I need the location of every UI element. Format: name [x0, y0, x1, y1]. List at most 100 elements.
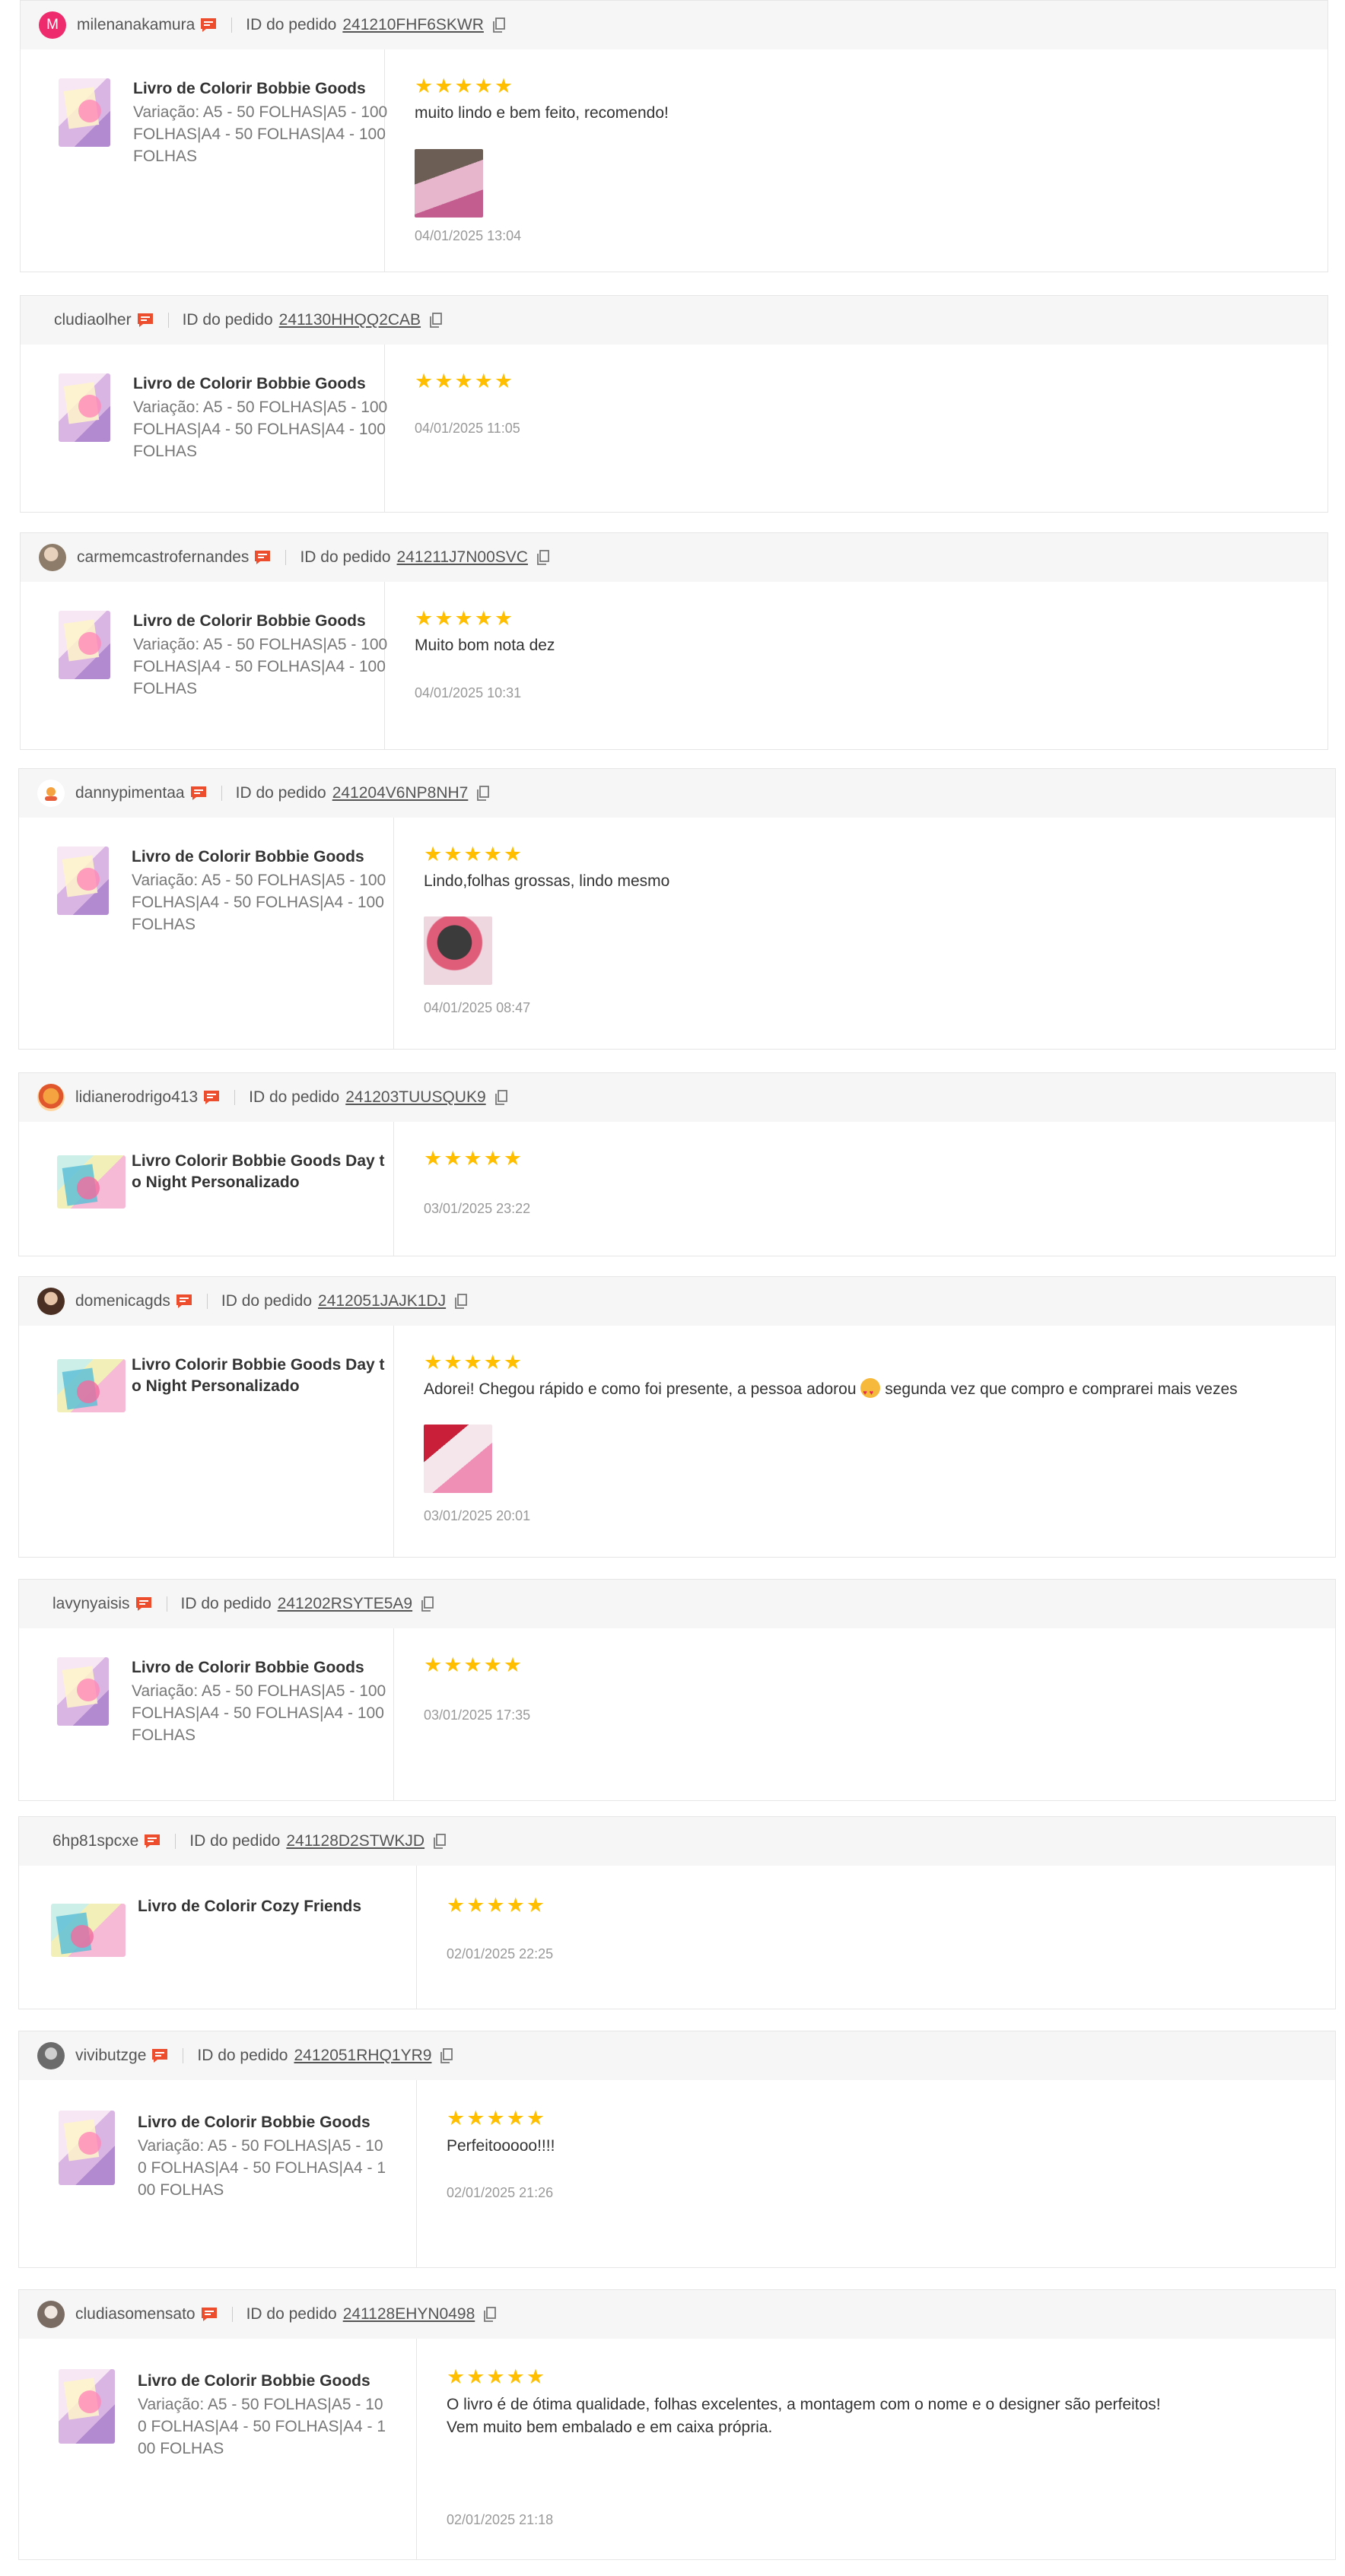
review-content: ★★★★★ Perfeitooooo!!!! 02/01/2025 21:26 — [416, 2080, 1335, 2267]
product-variation: Variação: A5 - 50 FOLHAS|A5 - 100 FOLHAS… — [132, 1682, 386, 1744]
product-section: Livro de Colorir Bobbie Goods Variação: A… — [19, 818, 394, 1049]
divider — [221, 786, 222, 801]
copy-icon[interactable] — [482, 2306, 498, 2323]
chat-icon[interactable] — [143, 1832, 163, 1850]
product-variation: Variação: A5 - 50 FOLHAS|A5 - 100 FOLHAS… — [138, 2137, 386, 2199]
product-thumbnail[interactable] — [59, 611, 110, 679]
chat-icon[interactable] — [253, 548, 273, 567]
review-date: 04/01/2025 08:47 — [424, 1000, 531, 1015]
product-variation: Variação: A5 - 50 FOLHAS|A5 - 100 FOLHAS… — [133, 399, 388, 460]
order-id-link[interactable]: 2412051JAJK1DJ — [318, 1292, 446, 1310]
review-content: ★★★★★ 02/01/2025 22:25 — [416, 1866, 1335, 2009]
review-comment: Perfeitooooo!!!! — [447, 2137, 555, 2155]
product-name[interactable]: Livro Colorir Bobbie Goods Day to Night … — [132, 1355, 390, 1397]
review-card: cludiasomensato ID do pedido 241128EHYN0… — [18, 2289, 1336, 2560]
review-card: M milenanakamura ID do pedido 241210FHF6… — [20, 0, 1328, 272]
copy-icon[interactable] — [420, 1596, 435, 1612]
chat-icon[interactable] — [200, 2305, 220, 2323]
review-comment: Lindo,folhas grossas, lindo mesmo — [424, 872, 670, 890]
review-content: ★★★★★ O livro é de ótima qualidade, folh… — [416, 2339, 1335, 2559]
product-thumbnail[interactable] — [51, 1904, 126, 1957]
order-id-link[interactable]: 241128EHYN0498 — [343, 2305, 475, 2323]
product-section: Livro de Colorir Bobbie Goods Variação: A… — [21, 345, 387, 512]
review-header: lavynyaisis ID do pedido 241202RSYTE5A9 — [19, 1580, 1335, 1628]
rating-stars: ★★★★★ — [415, 370, 515, 392]
avatar[interactable] — [37, 1084, 65, 1111]
product-name[interactable]: Livro de Colorir Bobbie Goods Variação: A… — [138, 2371, 389, 2460]
username-link[interactable]: lidianerodrigo413 — [75, 1088, 198, 1107]
product-name[interactable]: Livro Colorir Bobbie Goods Day to Night … — [132, 1151, 390, 1193]
product-name[interactable]: Livro de Colorir Bobbie Goods Variação: A… — [132, 1657, 390, 1746]
product-section: Livro de Colorir Bobbie Goods Variação: A… — [21, 49, 387, 272]
chat-icon[interactable] — [189, 784, 209, 802]
order-id-link[interactable]: 241204V6NP8NH7 — [332, 784, 469, 802]
chat-icon[interactable] — [202, 1088, 222, 1107]
avatar[interactable] — [37, 780, 65, 807]
avatar[interactable] — [37, 2301, 65, 2328]
avatar[interactable]: M — [39, 11, 66, 39]
copy-icon[interactable] — [439, 2047, 454, 2064]
copy-icon[interactable] — [494, 1089, 509, 1106]
product-section: Livro de Colorir Bobbie Goods Variação: A… — [19, 2339, 417, 2559]
order-id-link[interactable]: 241202RSYTE5A9 — [278, 1595, 412, 1613]
username-link[interactable]: milenanakamura — [77, 16, 195, 34]
product-thumbnail[interactable] — [59, 2369, 115, 2444]
divider — [167, 313, 169, 328]
product-section: Livro de Colorir Cozy Friends — [19, 1866, 417, 2009]
username-link[interactable]: carmemcastrofernandes — [77, 548, 249, 567]
copy-icon[interactable] — [432, 1833, 447, 1850]
product-name[interactable]: Livro de Colorir Bobbie Goods Variação: A… — [133, 78, 392, 167]
chat-icon[interactable] — [151, 2047, 170, 2065]
order-id-link[interactable]: 241130HHQQ2CAB — [279, 311, 421, 329]
order-id-label: ID do pedido — [300, 548, 391, 566]
copy-icon[interactable] — [491, 17, 507, 33]
product-thumbnail[interactable] — [57, 1155, 126, 1209]
review-photo[interactable] — [424, 1425, 492, 1493]
chat-icon[interactable] — [136, 311, 156, 329]
copy-icon[interactable] — [428, 312, 444, 329]
username-link[interactable]: vivibutzge — [75, 2047, 146, 2065]
review-card: vivibutzge ID do pedido 2412051RHQ1YR9 L… — [18, 2031, 1336, 2268]
product-thumbnail[interactable] — [57, 846, 109, 915]
product-name[interactable]: Livro de Colorir Bobbie Goods Variação: A… — [138, 2112, 389, 2201]
product-thumbnail[interactable] — [59, 2111, 115, 2185]
product-thumbnail[interactable] — [57, 1359, 126, 1412]
product-variation: Variação: A5 - 50 FOLHAS|A5 - 100 FOLHAS… — [138, 2396, 386, 2457]
product-name[interactable]: Livro de Colorir Cozy Friends — [138, 1896, 396, 1917]
copy-icon[interactable] — [536, 549, 551, 566]
username-link[interactable]: lavynyaisis — [52, 1595, 130, 1613]
chat-icon[interactable] — [135, 1595, 154, 1613]
username-link[interactable]: cludiaolher — [54, 311, 132, 329]
product-thumbnail[interactable] — [59, 373, 110, 442]
username-link[interactable]: domenicagds — [75, 1292, 170, 1310]
order-id-label: ID do pedido — [235, 784, 326, 802]
username-link[interactable]: dannypimentaa — [75, 784, 185, 802]
order-id-link[interactable]: 2412051RHQ1YR9 — [294, 2047, 431, 2065]
order-id-label: ID do pedido — [189, 1832, 281, 1850]
review-date: 03/01/2025 20:01 — [424, 1508, 531, 1523]
product-thumbnail[interactable] — [59, 78, 110, 147]
username-link[interactable]: 6hp81spcxe — [52, 1832, 138, 1850]
order-id-link[interactable]: 241210FHF6SKWR — [342, 16, 484, 34]
username-link[interactable]: cludiasomensato — [75, 2305, 196, 2323]
product-name[interactable]: Livro de Colorir Bobbie Goods Variação: A… — [133, 611, 392, 700]
avatar[interactable] — [37, 2042, 65, 2069]
review-date: 04/01/2025 10:31 — [415, 685, 522, 700]
avatar[interactable] — [37, 1288, 65, 1315]
product-name[interactable]: Livro de Colorir Bobbie Goods Variação: A… — [132, 846, 390, 935]
product-name[interactable]: Livro de Colorir Bobbie Goods Variação: A… — [133, 373, 392, 462]
review-photo[interactable] — [415, 149, 483, 218]
avatar[interactable] — [39, 544, 66, 571]
review-date: 03/01/2025 23:22 — [424, 1201, 531, 1216]
chat-icon[interactable] — [175, 1292, 195, 1310]
order-id-link[interactable]: 241128D2STWKJD — [286, 1832, 424, 1850]
copy-icon[interactable] — [475, 785, 491, 802]
order-id-link[interactable]: 241211J7N00SVC — [397, 548, 528, 567]
copy-icon[interactable] — [453, 1293, 469, 1310]
review-header: carmemcastrofernandes ID do pedido 24121… — [21, 533, 1328, 582]
review-photo[interactable] — [424, 916, 492, 985]
chat-icon[interactable] — [199, 16, 219, 34]
order-id-link[interactable]: 241203TUUSQUK9 — [345, 1088, 485, 1107]
review-card: lavynyaisis ID do pedido 241202RSYTE5A9 … — [18, 1579, 1336, 1801]
product-thumbnail[interactable] — [57, 1657, 109, 1726]
